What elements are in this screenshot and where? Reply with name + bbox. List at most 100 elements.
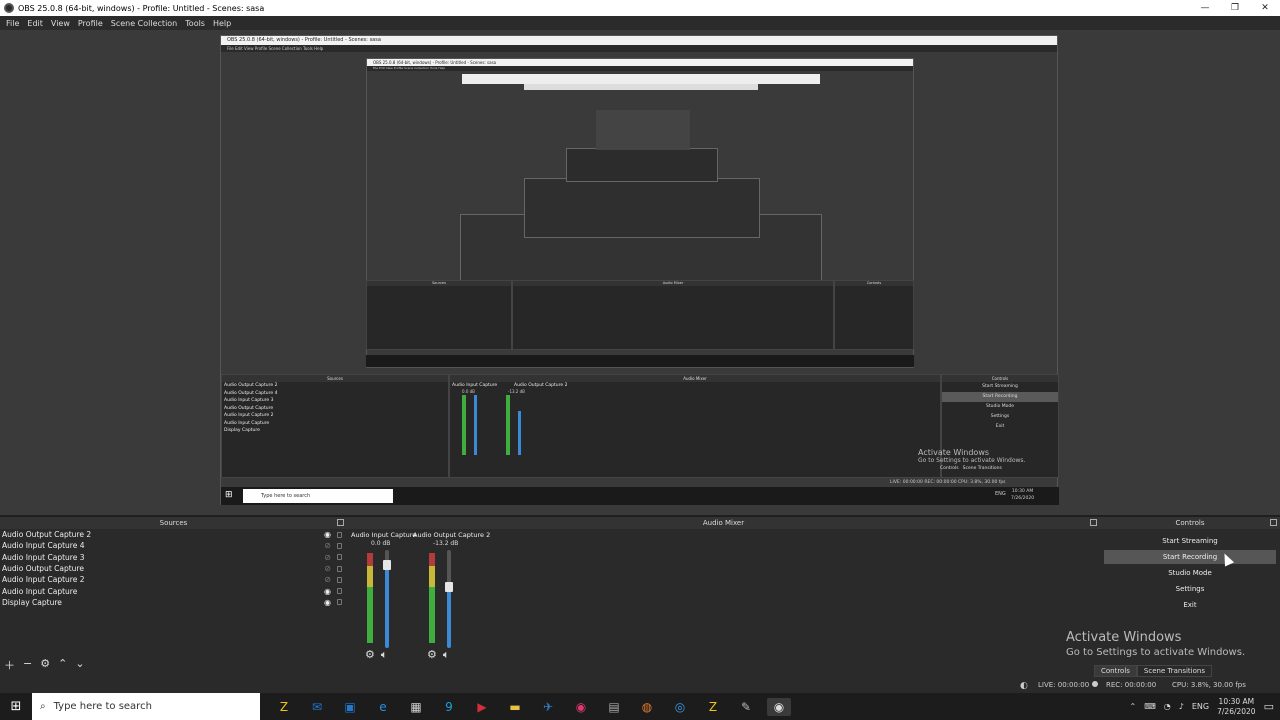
undock-icon[interactable] <box>337 519 344 526</box>
move-down-icon[interactable]: ⌄ <box>75 657 84 673</box>
language-indicator[interactable]: ENG <box>1192 702 1209 711</box>
sources-header: Sources <box>0 517 347 529</box>
activate-subtitle: Go to Settings to activate Windows. <box>1066 647 1246 658</box>
obs-icon[interactable]: ◉ <box>767 697 791 716</box>
channel-controls: ⚙ 🔈︎ <box>365 648 387 662</box>
settings-button[interactable]: Settings <box>1104 582 1276 596</box>
window-title: OBS 25.0.8 (64-bit, windows) - Profile: … <box>18 3 265 13</box>
volume-fader[interactable] <box>383 550 391 648</box>
nested1-title: OBS 25.0.8 (64-bit, windows) - Profile: … <box>221 36 1057 45</box>
network-tray-icon[interactable]: ◔ <box>1164 702 1171 711</box>
windows-start-icon[interactable]: ⊞ <box>0 699 32 714</box>
calculator-icon[interactable]: ▦ <box>404 698 428 716</box>
tab-scene-transitions[interactable]: Scene Transitions <box>1136 665 1212 677</box>
add-icon[interactable]: ＋ <box>4 657 15 673</box>
preview-canvas[interactable]: OBS 25.0.8 (64-bit, windows) - Profile: … <box>0 30 1280 515</box>
eye-hidden-icon[interactable]: ⊘ <box>324 575 331 584</box>
channel-db: 0.0 dB <box>371 540 391 547</box>
start-recording-button[interactable]: Start Recording <box>1104 550 1276 564</box>
lock-icon[interactable] <box>337 531 342 538</box>
menu-edit[interactable]: Edit <box>23 19 47 28</box>
zoom-icon[interactable]: Z <box>272 698 296 716</box>
zoom2-icon[interactable]: Z <box>701 698 725 716</box>
source-label: Audio Input Capture <box>2 586 78 596</box>
folder-icon[interactable]: ▬ <box>503 698 527 716</box>
recorder-icon[interactable]: ◉ <box>569 698 593 716</box>
undock-icon[interactable] <box>1270 519 1277 526</box>
speaker-icon[interactable]: 🔈︎ <box>443 648 450 662</box>
clock[interactable]: 10:30 AM 7/26/2020 <box>1217 697 1255 717</box>
maximize-button[interactable]: ❐ <box>1220 0 1250 16</box>
lock-icon[interactable] <box>337 565 342 572</box>
source-item[interactable]: Audio Input Capture 3 ⊘ <box>0 552 347 563</box>
volume-meter <box>429 553 435 643</box>
menu-help[interactable]: Help <box>209 19 235 28</box>
undock-icon[interactable] <box>1090 519 1097 526</box>
taskbar-search[interactable]: ⌕ Type here to search <box>32 693 260 720</box>
nested-exit: Exit <box>995 424 1005 429</box>
source-item[interactable]: Audio Input Capture ◉ <box>0 585 347 596</box>
notifications-icon[interactable]: ▭ <box>1264 700 1274 713</box>
source-item[interactable]: Audio Output Capture ⊘ <box>0 563 347 574</box>
menu-tools[interactable]: Tools <box>181 19 209 28</box>
minimize-button[interactable]: — <box>1190 0 1220 16</box>
store-icon[interactable]: ▣ <box>338 698 362 716</box>
lock-icon[interactable] <box>337 554 342 561</box>
source-item[interactable]: Audio Input Capture 2 ⊘ <box>0 574 347 585</box>
remove-icon[interactable]: − <box>23 657 32 673</box>
system-tray: ⌃ ⌨ ◔ ♪ ENG 10:30 AM 7/26/2020 ▭ <box>1130 693 1274 720</box>
nested-activate-windows: Activate Windows Go to Settings to activ… <box>918 448 1026 464</box>
menu-profile[interactable]: Profile <box>74 19 107 28</box>
activate-windows-watermark: Activate Windows Go to Settings to activ… <box>1066 630 1245 658</box>
controls-title: Controls <box>1175 519 1205 527</box>
volume-fader[interactable] <box>445 550 453 648</box>
nested-source-item: Audio Input Capture 3 <box>224 398 274 403</box>
source-label: Display Capture <box>2 597 62 607</box>
chevron-up-icon[interactable]: ⌃ <box>1130 702 1137 711</box>
menu-file[interactable]: File <box>2 19 23 28</box>
mail-icon[interactable]: ✉ <box>305 698 329 716</box>
keyboard-icon[interactable]: ⌨ <box>1144 702 1156 711</box>
firefox-icon[interactable]: ◍ <box>635 698 659 716</box>
lock-icon[interactable] <box>337 599 342 606</box>
lock-icon[interactable] <box>337 576 342 583</box>
move-up-icon[interactable]: ⌃ <box>58 657 67 673</box>
tool-icon[interactable]: ✎ <box>734 698 758 716</box>
volume-icon[interactable]: ♪ <box>1179 702 1184 711</box>
eye-icon[interactable]: ◉ <box>324 598 331 607</box>
exit-button[interactable]: Exit <box>1104 598 1276 612</box>
steam-icon[interactable]: ✈ <box>536 698 560 716</box>
source-item[interactable]: Audio Output Capture 2 ◉ <box>0 529 347 540</box>
live-timer: LIVE: 00:00:00 <box>1038 681 1090 689</box>
app-9-icon[interactable]: 9 <box>437 698 461 716</box>
eye-hidden-icon[interactable]: ⊘ <box>324 553 331 562</box>
edge-icon[interactable]: e <box>371 698 395 716</box>
source-item[interactable]: Display Capture ◉ <box>0 597 347 608</box>
nested-start-icon: ⊞ <box>225 490 233 500</box>
eye-hidden-icon[interactable]: ⊘ <box>324 564 331 573</box>
gear-icon[interactable]: ⚙ <box>427 648 437 662</box>
start-streaming-button[interactable]: Start Streaming <box>1104 534 1276 548</box>
close-button[interactable]: ✕ <box>1250 0 1280 16</box>
eye-hidden-icon[interactable]: ⊘ <box>324 541 331 550</box>
speaker-icon[interactable]: 🔈︎ <box>381 648 388 662</box>
studio-mode-button[interactable]: Studio Mode <box>1104 566 1276 580</box>
nested-channel-1-db: 0.0 dB <box>462 389 475 394</box>
browser-icon[interactable]: ◎ <box>668 698 692 716</box>
menu-scene-collection[interactable]: Scene Collection <box>107 19 182 28</box>
gear-icon[interactable]: ⚙ <box>365 648 375 662</box>
dock-tabs: Controls Scene Transitions <box>1093 665 1212 677</box>
tab-controls[interactable]: Controls <box>1093 665 1137 677</box>
gear-icon[interactable]: ⚙ <box>40 657 50 673</box>
source-label: Audio Input Capture 3 <box>2 552 85 562</box>
notes-icon[interactable]: ▤ <box>602 698 626 716</box>
eye-icon[interactable]: ◉ <box>324 530 331 539</box>
lock-icon[interactable] <box>337 542 342 549</box>
nested-clock: 10:30 AM 7/26/2020 <box>1011 489 1035 501</box>
source-item[interactable]: Audio Input Capture 4 ⊘ <box>0 540 347 551</box>
menu-view[interactable]: View <box>47 19 74 28</box>
media-icon[interactable]: ▶ <box>470 698 494 716</box>
lock-icon[interactable] <box>337 588 342 595</box>
nested-meter-1 <box>462 395 466 455</box>
eye-icon[interactable]: ◉ <box>324 587 331 596</box>
